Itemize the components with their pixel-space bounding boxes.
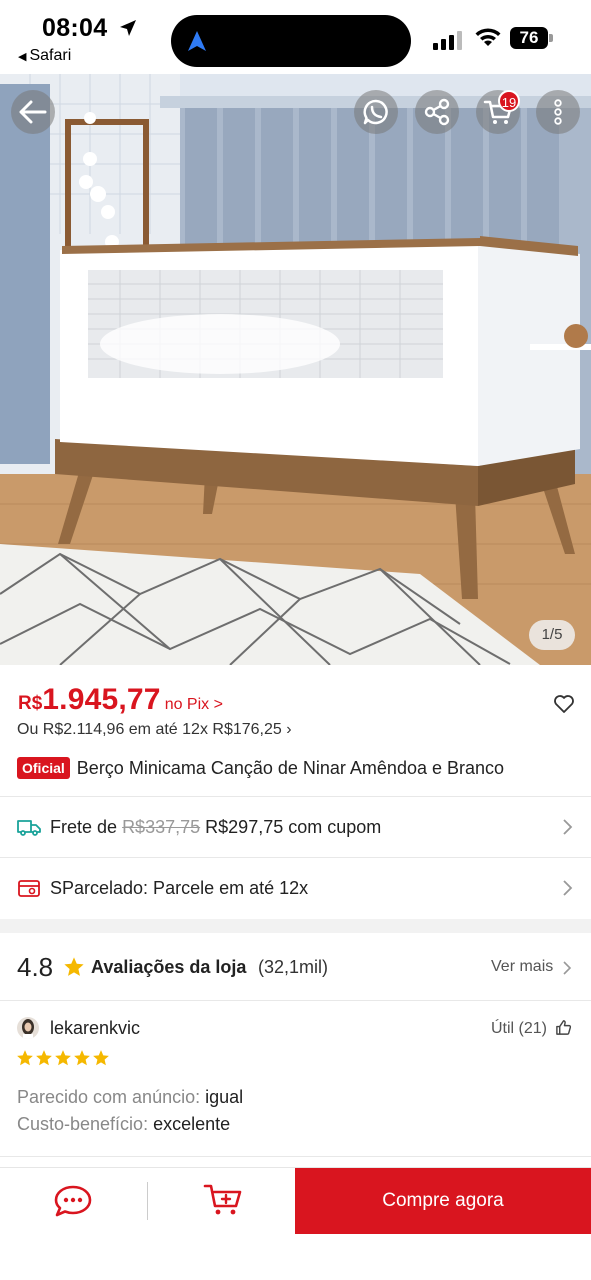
image-counter: 1/5 [529, 620, 575, 650]
store-rating-label: Avaliações da loja [91, 957, 247, 977]
shipping-new-price: R$297,75 com cupom [205, 816, 382, 837]
shipping-label: Frete de [50, 816, 118, 837]
truck-icon [17, 820, 41, 836]
divider [147, 1182, 148, 1220]
crib-photo [0, 74, 591, 665]
star-icon [17, 1050, 33, 1066]
cart-count-badge: 19 [498, 90, 520, 112]
status-bar: 08:04 ◀ Safari 76 [0, 0, 591, 74]
see-more-link[interactable]: Ver mais [491, 958, 553, 976]
star-icon [55, 1050, 71, 1066]
dynamic-island [171, 15, 411, 67]
thumb-up-icon[interactable] [555, 1019, 572, 1036]
add-cart-icon[interactable] [202, 1181, 244, 1219]
review-attribute: Custo-benefício: excelente [17, 1114, 230, 1135]
attribute-key: Custo-benefício: [17, 1114, 149, 1134]
product-image[interactable]: 19 1/5 [0, 74, 591, 665]
bottom-action-bar: Compre agora [0, 1167, 591, 1234]
more-icon [554, 99, 562, 125]
review-stars [16, 1049, 110, 1067]
section-separator [0, 919, 591, 933]
price-currency: R$ [18, 693, 43, 714]
share-icon [424, 98, 450, 126]
price-row[interactable]: R$ 1.945,77 no Pix > [18, 683, 223, 717]
navigation-icon [188, 31, 206, 51]
location-arrow-icon [120, 20, 136, 36]
signal-icon [433, 31, 462, 50]
review-attribute: Parecido com anúncio: igual [17, 1087, 243, 1108]
sparcelado-row[interactable]: SParcelado: Parcele em até 12x [0, 858, 591, 918]
wifi-icon [475, 28, 501, 46]
divider [0, 1156, 591, 1157]
shipping-old-price: R$337,75 [122, 816, 201, 837]
back-app-label: Safari [29, 47, 72, 64]
chat-icon[interactable] [52, 1183, 94, 1219]
battery-level: 76 [510, 27, 548, 49]
official-badge: Oficial [17, 757, 70, 779]
store-rating-count: (32,1mil) [258, 957, 329, 977]
attribute-value: excelente [153, 1114, 231, 1134]
attribute-key: Parecido com anúncio: [17, 1087, 201, 1107]
shipping-row[interactable]: Frete de R$337,75 R$297,75 com cupom [0, 797, 591, 857]
more-button[interactable] [536, 90, 580, 134]
sparcelado-label: SParcelado: Parcele em até 12x [50, 877, 309, 898]
back-button[interactable] [11, 90, 55, 134]
star-icon [36, 1050, 52, 1066]
card-icon [18, 880, 40, 897]
reviewer-name: lekarenkvic [50, 1018, 141, 1038]
shipping-text: Frete de R$337,75 R$297,75 com cupom [50, 817, 381, 838]
avatar [17, 1017, 39, 1039]
product-title-row: Oficial Berço Minicama Canção de Ninar A… [17, 757, 504, 779]
buy-now-button[interactable]: Compre agora [295, 1168, 591, 1234]
star-icon [64, 957, 84, 976]
whatsapp-button[interactable] [354, 90, 398, 134]
installment-link[interactable]: Ou R$2.114,96 em até 12x R$176,25 › [17, 721, 292, 739]
chevron-right-icon [563, 961, 572, 975]
whatsapp-icon [363, 99, 388, 125]
back-arrow-icon [19, 100, 47, 124]
share-button[interactable] [415, 90, 459, 134]
divider [0, 1000, 591, 1001]
helpful-count[interactable]: Útil (21) [491, 1020, 547, 1038]
price-value: 1.945,77 [42, 683, 161, 716]
star-icon [93, 1050, 109, 1066]
clock: 08:04 [42, 14, 108, 42]
product-title: Berço Minicama Canção de Ninar Amêndoa e… [76, 757, 505, 778]
battery-indicator: 76 [510, 27, 554, 49]
pix-link[interactable]: no Pix > [165, 696, 223, 714]
chevron-right-icon [563, 819, 573, 835]
attribute-value: igual [205, 1087, 244, 1107]
back-to-app[interactable]: ◀ Safari [18, 47, 71, 65]
star-icon [74, 1050, 90, 1066]
store-rating: 4.8 [17, 952, 54, 982]
heart-icon[interactable] [553, 694, 575, 714]
chevron-right-icon [563, 880, 573, 896]
